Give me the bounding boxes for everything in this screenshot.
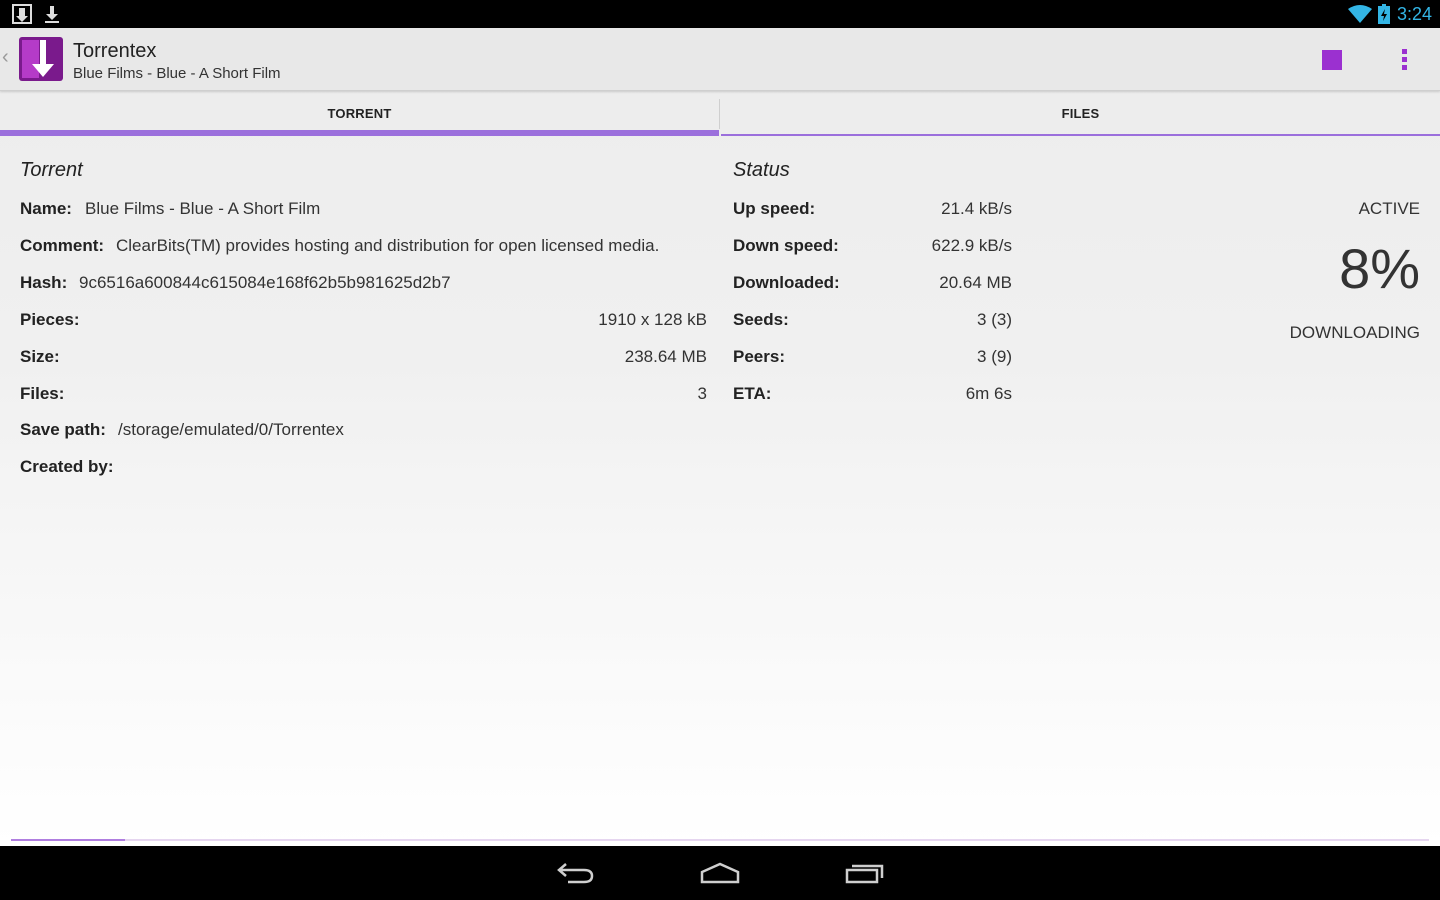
tab-label: TORRENT bbox=[327, 106, 392, 121]
action-bar: ‹ Torrentex Blue Films - Blue - A Short … bbox=[0, 28, 1440, 91]
peers-value: 3 (9) bbox=[977, 347, 1012, 366]
tab-files[interactable]: FILES bbox=[721, 91, 1440, 136]
eta-label: ETA: bbox=[733, 384, 772, 403]
recent-apps-icon[interactable] bbox=[842, 858, 886, 888]
download-phase: DOWNLOADING bbox=[1289, 323, 1420, 342]
status-bar: 3:24 bbox=[0, 0, 1440, 28]
save-path-value: /storage/emulated/0/Torrentex bbox=[118, 420, 344, 439]
down-speed-value: 622.9 kB/s bbox=[931, 236, 1012, 255]
pager-track bbox=[11, 839, 1429, 841]
torrentex-notification-icon bbox=[12, 4, 32, 29]
stop-button[interactable] bbox=[1312, 40, 1352, 80]
tab-bar: TORRENT FILES bbox=[0, 91, 1440, 136]
save-path-label: Save path: bbox=[20, 420, 106, 439]
clock: 3:24 bbox=[1396, 4, 1432, 24]
comment-value: ClearBits(TM) provides hosting and distr… bbox=[116, 236, 660, 255]
downloaded-value: 20.64 MB bbox=[939, 273, 1012, 292]
pieces-value: 1910 x 128 kB bbox=[598, 310, 707, 329]
name-value: Blue Films - Blue - A Short Film bbox=[85, 199, 321, 218]
name-label: Name: bbox=[20, 199, 72, 218]
overflow-menu-button[interactable] bbox=[1386, 40, 1422, 80]
comment-label: Comment: bbox=[20, 236, 105, 255]
pieces-label: Pieces: bbox=[20, 310, 80, 329]
progress-percent: 8% bbox=[1339, 237, 1420, 300]
wifi-icon bbox=[1348, 5, 1372, 28]
tab-divider bbox=[719, 99, 720, 129]
app-subtitle: Blue Films - Blue - A Short Film bbox=[73, 65, 281, 82]
files-label: Files: bbox=[20, 384, 65, 403]
download-icon bbox=[42, 4, 62, 29]
down-speed-label: Down speed: bbox=[733, 236, 839, 255]
size-value: 238.64 MB bbox=[624, 347, 707, 366]
battery-icon bbox=[1378, 4, 1390, 29]
tab-indicator bbox=[721, 134, 1440, 136]
up-speed-label: Up speed: bbox=[733, 199, 816, 218]
pager-indicator bbox=[11, 839, 125, 841]
chevron-left-icon[interactable]: ‹ bbox=[2, 46, 9, 69]
files-value: 3 bbox=[697, 384, 707, 403]
stop-icon bbox=[1322, 50, 1342, 70]
tab-torrent[interactable]: TORRENT bbox=[0, 91, 719, 136]
created-by-label: Created by: bbox=[20, 457, 114, 476]
peers-label: Peers: bbox=[733, 347, 785, 366]
seeds-value: 3 (3) bbox=[977, 310, 1012, 329]
up-speed-value: 21.4 kB/s bbox=[941, 199, 1012, 218]
torrent-section-title: Torrent bbox=[20, 159, 83, 181]
hash-value: 9c6516a600844c615084e168f62b5b981625d2b7 bbox=[79, 273, 451, 292]
home-icon[interactable] bbox=[698, 858, 742, 888]
downloaded-label: Downloaded: bbox=[733, 273, 840, 292]
seeds-label: Seeds: bbox=[733, 310, 789, 329]
app-title: Torrentex bbox=[73, 40, 157, 62]
tab-label: FILES bbox=[1061, 106, 1100, 121]
back-icon[interactable] bbox=[554, 858, 598, 888]
status-section-title: Status bbox=[733, 159, 790, 181]
eta-value: 6m 6s bbox=[965, 384, 1012, 403]
tab-indicator bbox=[0, 130, 719, 136]
app-logo[interactable] bbox=[19, 37, 63, 81]
hash-label: Hash: bbox=[20, 273, 68, 292]
app-content: ‹ Torrentex Blue Films - Blue - A Short … bbox=[0, 28, 1440, 846]
size-label: Size: bbox=[20, 347, 60, 366]
navigation-bar bbox=[0, 846, 1440, 900]
torrent-state: ACTIVE bbox=[1358, 199, 1420, 218]
